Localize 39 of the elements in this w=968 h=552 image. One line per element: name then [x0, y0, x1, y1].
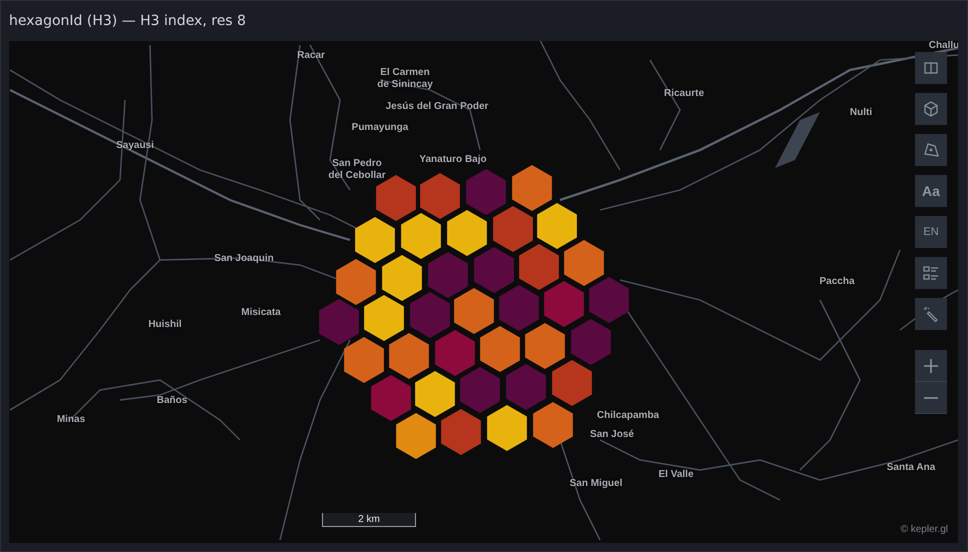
zoom-in-button[interactable] [915, 350, 947, 382]
map-tool-button[interactable] [915, 93, 947, 125]
place-label: El Carmen de Sinincay [377, 67, 433, 91]
book-icon [924, 61, 938, 75]
place-label: Santa Ana [886, 462, 936, 474]
place-label: San José [590, 429, 634, 441]
map-tool-button[interactable] [915, 298, 947, 330]
legend-icon [923, 265, 939, 281]
cube-icon [923, 101, 939, 117]
place-label: Jesús del Gran Poder [386, 101, 488, 113]
airport-drawing [775, 112, 820, 168]
map-tool-button[interactable] [915, 52, 947, 84]
place-label: Misicata [241, 307, 281, 319]
map-tool-button[interactable] [915, 134, 947, 166]
map-tool-button[interactable] [915, 257, 947, 289]
place-label: Paccha [819, 276, 855, 288]
polygon-icon [923, 142, 939, 158]
place-label: Ricaurte [664, 88, 704, 100]
place-label: Nulti [850, 107, 872, 119]
place-label: Yanaturo Bajo [419, 154, 487, 166]
place-label: San Miguel [570, 478, 622, 490]
place-label: El Valle [658, 469, 694, 481]
minus-icon [924, 396, 938, 398]
place-label: Huishil [148, 319, 182, 331]
map-text-button[interactable]: EN [915, 216, 947, 248]
plus-icon [924, 358, 938, 372]
place-label: Chilcapamba [596, 410, 660, 422]
place-label: Baños [156, 395, 188, 407]
place-label: San Joaquin [214, 253, 274, 265]
place-label: Racar [297, 50, 325, 62]
place-label: Minas [56, 414, 86, 426]
attribution-text: © kepler.gl [900, 524, 948, 535]
place-label: Pumayunga [352, 122, 408, 134]
scale-bar: 2 km [322, 513, 416, 527]
wand-icon [923, 306, 939, 322]
map-text-button[interactable]: Aa [915, 175, 947, 207]
zoom-out-button[interactable] [915, 382, 947, 414]
panel-title: hexagonId (H3) — H3 index, res 8 [9, 12, 246, 28]
place-label: San Pedro del Cebollar [328, 158, 386, 182]
